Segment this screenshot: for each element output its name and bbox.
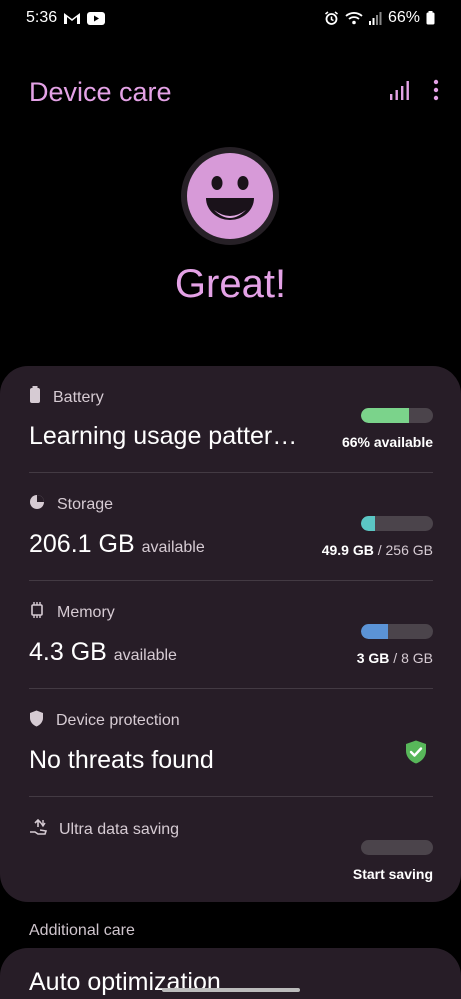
memory-item[interactable]: Memory 4.3 GB available 3 GB / 8 GB [29, 582, 433, 690]
storage-used: 49.9 GB [321, 542, 374, 558]
memory-used: 3 GB [356, 650, 390, 666]
battery-label: Battery [53, 388, 104, 406]
memory-label: Memory [57, 603, 115, 621]
pie-chart-icon [29, 494, 45, 515]
chip-icon [29, 602, 45, 623]
battery-progress-bar [361, 408, 433, 423]
device-protection-label: Device protection [56, 712, 180, 729]
auto-optimization-title: Auto optimization [29, 968, 221, 996]
storage-total: / 256 GB [373, 542, 433, 558]
gesture-nav-handle[interactable] [162, 988, 300, 992]
additional-care-heading: Additional care [29, 922, 135, 939]
start-saving-label: Start saving [352, 866, 433, 882]
storage-label: Storage [57, 495, 114, 513]
page-title: Device care [29, 76, 172, 107]
youtube-icon [87, 11, 106, 25]
battery-detail: 66% available [342, 434, 433, 450]
storage-available-value: 206.1 GB [29, 530, 135, 558]
shield-icon [29, 710, 44, 732]
status-bar: 5:36 66% [0, 0, 461, 36]
battery-available: 66% available [341, 434, 433, 450]
memory-detail: 3 GB / 8 GB [357, 650, 433, 666]
battery-item[interactable]: Battery Learning usage patter… 66% avail… [29, 366, 433, 474]
divider [29, 688, 433, 689]
memory-available: 4.3 GB available [29, 638, 177, 667]
memory-progress-fill [361, 624, 388, 639]
more-options-icon[interactable] [433, 79, 439, 106]
battery-progress-fill [361, 408, 409, 423]
data-saving-progress-bar [361, 840, 433, 855]
data-saving-icon [29, 818, 48, 841]
performance-icon[interactable] [389, 80, 411, 105]
storage-available: 206.1 GB available [29, 530, 205, 559]
gmail-icon [63, 11, 81, 25]
divider [29, 796, 433, 797]
device-status-title: Great! [174, 262, 287, 306]
device-protection-item[interactable]: Device protection No threats found [29, 690, 433, 798]
divider [29, 472, 433, 473]
storage-progress-bar [361, 516, 433, 531]
app-header: Device care [29, 70, 439, 114]
memory-available-value: 4.3 GB [29, 638, 107, 666]
device-protection-status: No threats found [29, 746, 214, 774]
memory-total: / 8 GB [389, 650, 433, 666]
storage-progress-fill [361, 516, 376, 531]
memory-progress-bar [361, 624, 433, 639]
divider [29, 580, 433, 581]
alarm-icon [324, 10, 339, 26]
battery-icon [29, 386, 41, 409]
battery-icon [426, 11, 435, 25]
storage-available-unit: available [141, 539, 205, 556]
smiley-face-icon [180, 146, 280, 246]
battery-status: Learning usage patter… [29, 422, 298, 450]
storage-detail: 49.9 GB / 256 GB [322, 542, 433, 558]
clock: 5:36 [26, 9, 58, 26]
signal-icon [368, 11, 382, 25]
shield-check-icon [405, 740, 427, 769]
start-saving-link[interactable]: Start saving [353, 866, 433, 882]
ultra-data-saving-label: Ultra data saving [59, 820, 180, 838]
memory-available-unit: available [113, 647, 177, 664]
device-care-card: Battery Learning usage patter… 66% avail… [0, 366, 461, 902]
wifi-icon [345, 11, 363, 25]
ultra-data-saving-item[interactable]: Ultra data saving Start saving [29, 798, 433, 906]
storage-item[interactable]: Storage 206.1 GB available 49.9 GB / 256… [29, 474, 433, 582]
battery-percent: 66% [387, 9, 420, 26]
